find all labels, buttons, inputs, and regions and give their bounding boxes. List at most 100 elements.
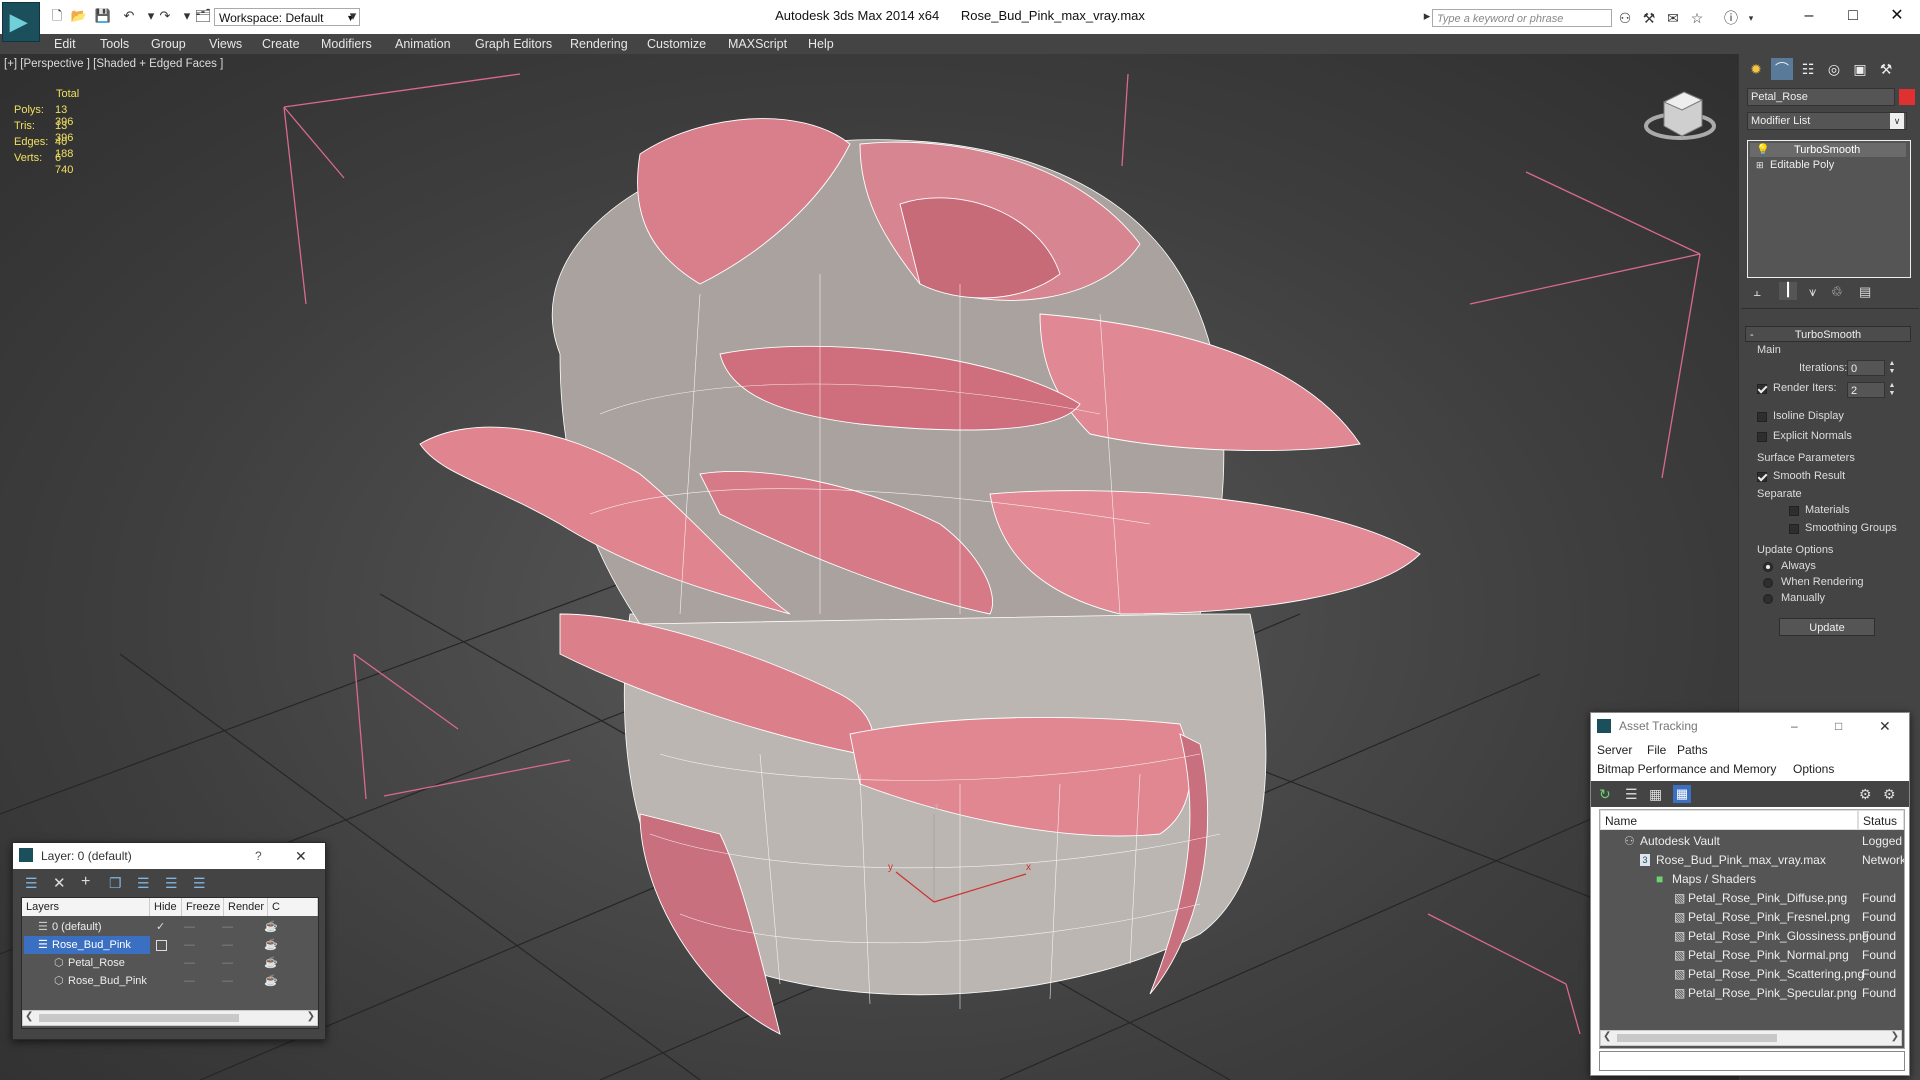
undo-icon[interactable]: ↶	[120, 8, 138, 24]
hide-toggle-icon[interactable]: —	[184, 954, 195, 972]
stack-item-editable-poly[interactable]: ⊞ Editable Poly	[1750, 158, 1906, 172]
viewport-label[interactable]: [+] [Perspective ] [Shaded + Edged Faces…	[4, 58, 223, 70]
menu-animation[interactable]: Animation	[395, 34, 451, 54]
asset-dialog-header[interactable]: Asset Tracking – □ ✕	[1591, 713, 1909, 739]
freeze-toggle-icon[interactable]: —	[222, 972, 233, 990]
table-view-icon[interactable]: ▦	[1673, 785, 1691, 803]
rose-bud-model[interactable]: z x y	[419, 118, 1421, 1035]
asset-path-field[interactable]	[1599, 1051, 1905, 1071]
stack-item-turbosmooth[interactable]: 💡 TurboSmooth	[1750, 143, 1906, 157]
help-icon[interactable]: ?	[255, 843, 262, 869]
menu-bitmap-performance[interactable]: Bitmap Performance and Memory	[1597, 762, 1776, 776]
communication-icon[interactable]: ✉	[1664, 9, 1682, 27]
lightbulb-icon[interactable]: 💡	[1756, 143, 1770, 157]
pin-stack-icon[interactable]: ⫠	[1753, 284, 1761, 300]
menu-group[interactable]: Group	[151, 34, 186, 54]
freeze-toggle-icon[interactable]: —	[222, 918, 233, 936]
layer-row[interactable]: ☰ Rose_Bud_Pink — — ☕	[22, 936, 318, 954]
binoculars-icon[interactable]: ⚇	[1616, 9, 1634, 27]
help-icon[interactable]: ⓘ	[1722, 9, 1740, 27]
menu-help[interactable]: Help	[808, 34, 834, 54]
menu-modifiers[interactable]: Modifiers	[321, 34, 372, 54]
hide-toggle-icon[interactable]: —	[184, 972, 195, 990]
iterations-spinner[interactable]: ▲ ▼	[1887, 360, 1897, 376]
help-icon[interactable]: ⚙	[1859, 786, 1872, 803]
scroll-thumb[interactable]	[1617, 1034, 1777, 1042]
favorites-star-icon[interactable]: ☆	[1688, 9, 1706, 27]
subscription-icon[interactable]: ⚒	[1640, 9, 1658, 27]
freeze-toggle-icon[interactable]: —	[222, 936, 233, 954]
configure-modifier-sets-icon[interactable]: ▤	[1859, 284, 1871, 300]
turbosmooth-rollout-header[interactable]: - TurboSmooth	[1745, 326, 1911, 342]
customize-qat-icon[interactable]: ▾	[344, 8, 362, 24]
list-view-icon[interactable]: ☰	[1625, 786, 1638, 803]
menu-rendering[interactable]: Rendering	[570, 34, 628, 54]
motion-tab-icon[interactable]: ◎	[1823, 58, 1845, 80]
layer-dialog-header[interactable]: Layer: 0 (default) ? ✕	[13, 843, 325, 869]
column-status[interactable]: Status	[1858, 810, 1904, 830]
asset-row[interactable]: ▧ Petal_Rose_Pink_Specular.png Found	[1600, 984, 1904, 1003]
freeze-all-icon[interactable]: ☰	[193, 875, 206, 892]
create-layer-icon[interactable]: ☰	[25, 875, 38, 892]
minimize-button[interactable]: –	[1791, 713, 1798, 739]
scroll-left-icon[interactable]: ❮	[1603, 1031, 1611, 1042]
close-button[interactable]: ✕	[1874, 0, 1920, 32]
highlight-layer-icon[interactable]: ☰	[137, 875, 150, 892]
render-teapot-icon[interactable]: ☕	[264, 954, 278, 972]
menu-maxscript[interactable]: MAXScript	[728, 34, 787, 54]
explicit-normals-checkbox[interactable]	[1757, 432, 1767, 442]
update-button[interactable]: Update	[1779, 618, 1875, 636]
project-folder-icon[interactable]: 🗂	[194, 8, 212, 24]
smooth-result-checkbox[interactable]	[1757, 472, 1767, 482]
column-layers[interactable]: Layers	[22, 898, 150, 916]
render-teapot-icon[interactable]: ☕	[264, 972, 278, 990]
materials-checkbox[interactable]	[1789, 506, 1799, 516]
add-to-layer-icon[interactable]: +	[81, 873, 90, 891]
hide-toggle-icon[interactable]: —	[184, 918, 195, 936]
column-name[interactable]: Name	[1600, 810, 1858, 830]
scroll-right-icon[interactable]: ❯	[1891, 1031, 1899, 1042]
object-color-swatch[interactable]	[1899, 89, 1915, 105]
hide-toggle-icon[interactable]: —	[184, 936, 195, 954]
render-iters-spinner[interactable]: ▲ ▼	[1887, 382, 1897, 398]
menu-views[interactable]: Views	[209, 34, 242, 54]
layer-horizontal-scrollbar[interactable]: ❮ ❯	[22, 1010, 318, 1026]
menu-paths[interactable]: Paths	[1677, 743, 1708, 757]
column-color[interactable]: C	[268, 898, 318, 916]
menu-edit[interactable]: Edit	[54, 34, 76, 54]
help-dropdown-icon[interactable]: ▾	[1742, 9, 1760, 27]
column-hide[interactable]: Hide	[150, 898, 182, 916]
object-name-field[interactable]: Petal_Rose	[1747, 88, 1895, 106]
scroll-right-icon[interactable]: ❯	[307, 1011, 315, 1022]
viewcube-icon[interactable]	[1644, 91, 1716, 140]
minimize-button[interactable]: –	[1786, 0, 1832, 32]
make-current-checkbox[interactable]	[156, 940, 167, 951]
render-iters-checkbox[interactable]	[1757, 384, 1767, 394]
refresh-icon[interactable]: ↻	[1599, 786, 1611, 803]
render-iters-input[interactable]: 2	[1847, 382, 1885, 398]
new-file-icon[interactable]: 🗋	[48, 8, 66, 24]
render-teapot-icon[interactable]: ☕	[264, 936, 278, 954]
asset-row[interactable]: ▧ Petal_Rose_Pink_Scattering.png Found	[1600, 965, 1904, 984]
make-unique-icon[interactable]: ⩛	[1809, 284, 1816, 300]
column-render[interactable]: Render	[224, 898, 268, 916]
render-teapot-icon[interactable]: ☕	[264, 918, 278, 936]
column-freeze[interactable]: Freeze	[182, 898, 224, 916]
menu-server[interactable]: Server	[1597, 743, 1632, 757]
expand-plus-icon[interactable]: ⊞	[1756, 158, 1764, 172]
modifier-list-dropdown[interactable]: Modifier List ∨	[1747, 112, 1907, 130]
open-file-icon[interactable]: 📂	[70, 8, 88, 24]
asset-row[interactable]: 3 Rose_Bud_Pink_max_vray.max Network	[1600, 851, 1904, 870]
redo-icon[interactable]: ↷	[156, 8, 174, 24]
remove-modifier-icon[interactable]: ♲	[1831, 284, 1843, 300]
scroll-thumb[interactable]	[39, 1014, 239, 1022]
always-radio[interactable]	[1763, 562, 1773, 572]
hide-all-icon[interactable]: ☰	[165, 875, 178, 892]
current-layer-check-icon[interactable]: ✓	[156, 918, 165, 936]
asset-row[interactable]: ■ Maps / Shaders	[1600, 870, 1904, 889]
save-file-icon[interactable]: 💾	[94, 8, 112, 24]
search-input[interactable]: Type a keyword or phrase	[1432, 9, 1612, 27]
freeze-toggle-icon[interactable]: —	[222, 954, 233, 972]
maximize-button[interactable]: □	[1835, 713, 1842, 739]
asset-row[interactable]: ▧ Petal_Rose_Pink_Fresnel.png Found	[1600, 908, 1904, 927]
